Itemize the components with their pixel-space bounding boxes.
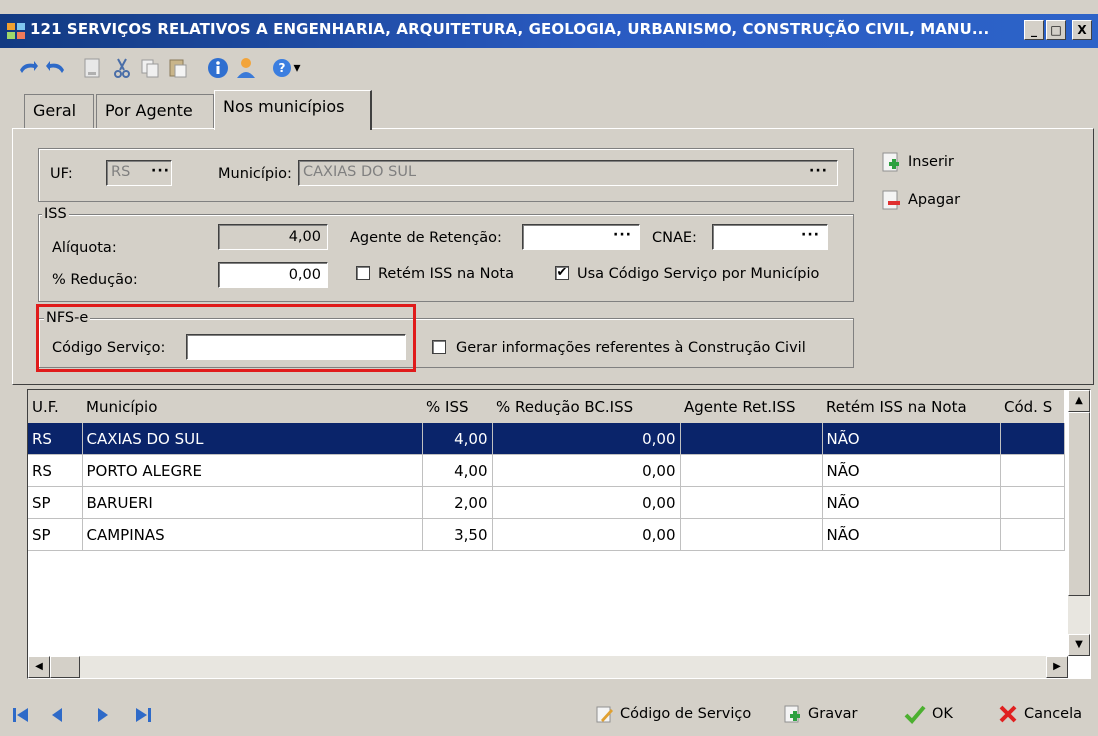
usa-codigo-checkbox[interactable]: ✔ [555, 266, 569, 280]
col-uf[interactable]: U.F. [28, 390, 82, 423]
nfse-group-title: NFS-e [44, 310, 91, 326]
toolbar: ? ▾ [0, 48, 1098, 88]
window-title: 121 SERVIÇOS RELATIVOS A ENGENHARIA, ARQ… [30, 20, 990, 38]
col-iss[interactable]: % ISS [422, 390, 492, 423]
last-record-icon[interactable] [134, 706, 152, 724]
scroll-up-arrow-icon[interactable]: ▲ [1068, 390, 1090, 412]
delete-document-icon [882, 190, 900, 210]
edit-document-icon [596, 706, 613, 723]
previous-record-icon[interactable] [48, 706, 66, 724]
scroll-right-arrow-icon[interactable]: ▶ [1046, 656, 1068, 678]
ok-button[interactable]: OK [904, 702, 953, 726]
tab-nos-municipios[interactable]: Nos municípios [214, 90, 372, 130]
new-document-icon[interactable] [80, 56, 104, 80]
col-retem[interactable]: Retém ISS na Nota [822, 390, 1000, 423]
svg-text:?: ? [279, 61, 286, 75]
checkmark-icon [904, 705, 926, 724]
close-button[interactable]: X [1072, 20, 1092, 40]
table-row[interactable]: SP BARUERI 2,00 0,00 NÃO [28, 486, 1065, 519]
apagar-button[interactable]: Apagar [880, 188, 960, 212]
cnae-field[interactable]: ··· [712, 224, 828, 250]
col-reducao[interactable]: % Redução BC.ISS [492, 390, 680, 423]
bottom-bar: Código de Serviço Gravar OK Cancela [0, 690, 1098, 736]
copy-icon[interactable] [138, 56, 162, 80]
undo-icon[interactable] [16, 56, 40, 80]
construcao-civil-label: Gerar informações referentes à Construçã… [456, 340, 806, 356]
municipio-field[interactable]: CAXIAS DO SUL ··· [298, 160, 838, 186]
user-icon[interactable] [234, 56, 258, 80]
table-row[interactable]: RS CAXIAS DO SUL 4,00 0,00 NÃO [28, 423, 1065, 455]
first-record-icon[interactable] [12, 706, 30, 724]
uf-lookup-button[interactable]: ··· [151, 163, 170, 179]
tab-por-agente[interactable]: Por Agente [96, 94, 214, 128]
help-dropdown-chevron-down-icon[interactable]: ▾ [290, 56, 304, 80]
cancel-x-icon [999, 705, 1017, 723]
tab-geral[interactable]: Geral [24, 94, 94, 128]
horizontal-scrollbar[interactable]: ◀ ▶ [28, 656, 1068, 678]
next-record-icon[interactable] [94, 706, 112, 724]
cnae-lookup-button[interactable]: ··· [801, 227, 820, 243]
aliquota-label: Alíquota: [52, 240, 117, 256]
gravar-button[interactable]: Gravar [782, 702, 858, 726]
municipio-lookup-button[interactable]: ··· [809, 163, 828, 179]
insert-document-icon [882, 152, 899, 172]
usa-codigo-label: Usa Código Serviço por Município [577, 266, 820, 282]
agente-retencao-label: Agente de Retenção: [350, 230, 502, 246]
uf-label: UF: [50, 166, 73, 182]
paste-icon[interactable] [166, 56, 190, 80]
cut-icon[interactable] [110, 56, 134, 80]
municipios-grid[interactable]: U.F. Município % ISS % Redução BC.ISS Ag… [27, 389, 1091, 679]
redo-icon[interactable] [44, 56, 68, 80]
app-icon [6, 21, 26, 41]
construcao-civil-checkbox[interactable] [432, 340, 446, 354]
info-icon[interactable] [206, 56, 230, 80]
col-municipio[interactable]: Município [82, 390, 422, 423]
codigo-servico-button[interactable]: Código de Serviço [594, 702, 751, 726]
scroll-left-arrow-icon[interactable]: ◀ [28, 656, 50, 678]
reducao-label: % Redução: [52, 272, 138, 288]
retem-iss-label: Retém ISS na Nota [378, 266, 514, 282]
agente-lookup-button[interactable]: ··· [613, 227, 632, 243]
title-bar: 121 SERVIÇOS RELATIVOS A ENGENHARIA, ARQ… [0, 14, 1098, 48]
uf-field[interactable]: RS ··· [106, 160, 172, 186]
reducao-field[interactable]: 0,00 [218, 262, 328, 288]
iss-group-title: ISS [42, 206, 69, 222]
scroll-down-arrow-icon[interactable]: ▼ [1068, 634, 1090, 656]
vertical-scrollbar[interactable]: ▲ ▼ [1068, 390, 1090, 656]
grid-header-row: U.F. Município % ISS % Redução BC.ISS Ag… [28, 390, 1064, 423]
h-scrollbar-thumb[interactable] [50, 656, 80, 678]
scrollbar-thumb[interactable] [1068, 412, 1090, 596]
minimize-button[interactable]: _ [1024, 20, 1044, 40]
table-row[interactable]: RS PORTO ALEGRE 4,00 0,00 NÃO [28, 454, 1065, 487]
retem-iss-checkbox[interactable] [356, 266, 370, 280]
cancela-button[interactable]: Cancela [998, 702, 1082, 726]
inserir-button[interactable]: Inserir [880, 150, 954, 174]
table-row[interactable]: SP CAMPINAS 3,50 0,00 NÃO [28, 518, 1065, 551]
maximize-button[interactable]: □ [1046, 20, 1066, 40]
codigo-servico-label: Código Serviço: [52, 340, 166, 356]
col-cod-servico[interactable]: Cód. S [1000, 390, 1064, 423]
municipio-label: Município: [218, 166, 292, 182]
cnae-label: CNAE: [652, 230, 697, 246]
save-icon [784, 705, 800, 723]
agente-retencao-field[interactable]: ··· [522, 224, 640, 250]
codigo-servico-field[interactable] [186, 334, 406, 360]
col-agente[interactable]: Agente Ret.ISS [680, 390, 822, 423]
aliquota-field[interactable]: 4,00 [218, 224, 328, 250]
